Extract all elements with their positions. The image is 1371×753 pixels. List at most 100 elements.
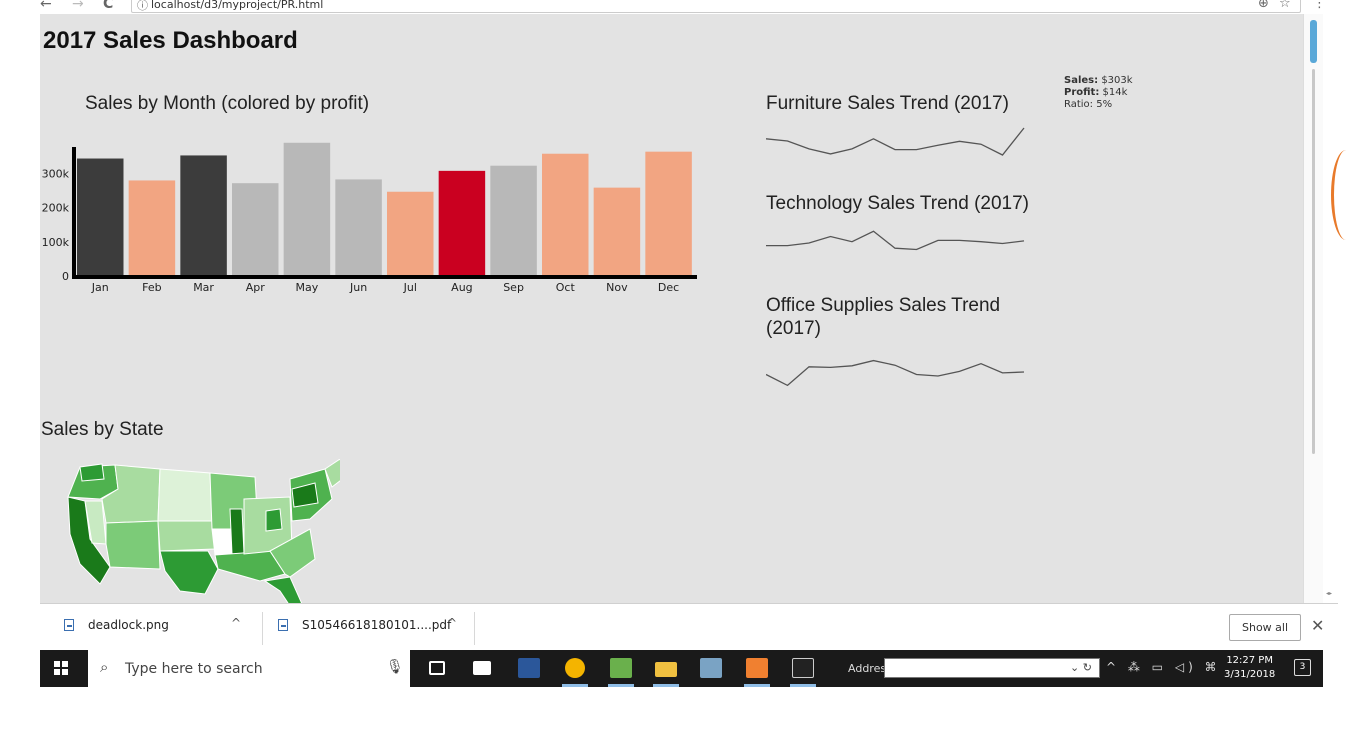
taskbar-search[interactable]: ⌕ Type here to search 🎙 — [88, 650, 410, 687]
tooltip-profit-value: $14k — [1102, 87, 1128, 98]
notepad-icon[interactable] — [610, 658, 632, 678]
x-tick-label: Jun — [349, 281, 367, 294]
address-toolbar-input[interactable] — [884, 658, 1100, 678]
download-options-chevron-icon[interactable]: ^ — [231, 616, 241, 630]
edge-decoration — [1331, 150, 1361, 240]
map-region-texas — [159, 550, 219, 595]
bar-mar — [180, 155, 227, 276]
x-tick-label: Jul — [403, 281, 417, 294]
map-region-florida — [263, 576, 303, 603]
bar-jan — [77, 158, 124, 276]
clock-time: 12:27 PM — [1226, 655, 1273, 666]
search-input[interactable]: Type here to search — [125, 661, 263, 677]
downloads-bar: deadlock.png ^ S10546618180101....pdf ^ … — [40, 603, 1338, 650]
y-tick-label: 100k — [42, 236, 70, 249]
system-tray-icons[interactable]: ^ ⁂ ▭ ◁) ⌘ — [1106, 660, 1221, 674]
taskbar-clock[interactable]: 12:27 PM 3/31/2018 — [1224, 654, 1275, 682]
download-filename[interactable]: deadlock.png — [88, 618, 169, 632]
bar-feb — [128, 180, 176, 276]
chrome-icon[interactable] — [565, 658, 585, 678]
file-explorer-icon[interactable] — [655, 662, 677, 677]
mail-icon[interactable] — [473, 661, 491, 675]
download-item[interactable]: S10546618180101....pdf — [278, 618, 451, 632]
terminal-icon[interactable] — [792, 658, 814, 678]
map-region-missouri — [211, 528, 233, 556]
x-tick-label: Feb — [142, 281, 161, 294]
map-region-plains-south — [157, 520, 216, 552]
forward-icon[interactable]: → — [72, 0, 84, 12]
sales-by-month-chart: Jan Feb Mar Apr May Jun Jul Aug Sep Oct Nov Dec 0 100… — [42, 142, 697, 294]
network-app-icon[interactable] — [700, 658, 722, 678]
map-region-ohio — [265, 508, 283, 532]
bar-sep — [490, 165, 537, 276]
tooltip-ratio-label: Ratio: — [1064, 99, 1094, 110]
tooltip-ratio-row: Ratio: 5% — [1064, 99, 1133, 111]
technology-sparkline — [766, 230, 1025, 251]
bar-jul — [387, 191, 434, 276]
browser-toolbar: ← → C ⓘ localhost/d3/myproject/PR.html ⊕… — [0, 0, 1371, 14]
download-separator — [262, 612, 263, 645]
pdf-file-icon — [278, 619, 288, 631]
download-item[interactable]: deadlock.png — [64, 618, 169, 632]
close-downloads-icon[interactable]: ✕ — [1311, 616, 1324, 635]
show-all-button[interactable]: Show all — [1229, 614, 1301, 641]
back-icon[interactable]: ← — [40, 0, 52, 12]
month-chart-title: Sales by Month (colored by profit) — [85, 93, 370, 114]
download-filename[interactable]: S10546618180101....pdf — [302, 618, 451, 632]
microphone-icon[interactable]: 🎙 — [386, 659, 404, 675]
notification-center-icon[interactable]: 3 — [1294, 659, 1311, 676]
furniture-sparkline — [766, 127, 1025, 156]
x-tick-label: Dec — [658, 281, 679, 294]
bar-may — [283, 142, 331, 276]
x-tick-label: Nov — [606, 281, 628, 294]
scrollbar-track[interactable] — [1312, 69, 1315, 454]
tooltip-sales-value: $303k — [1101, 75, 1133, 86]
bar-oct — [542, 153, 589, 276]
x-tick-label: Mar — [193, 281, 214, 294]
bar-jun — [335, 179, 382, 276]
tooltip-sales-label: Sales: — [1064, 75, 1099, 86]
url-text[interactable]: localhost/d3/myproject/PR.html — [151, 0, 323, 11]
reload-icon[interactable]: C — [103, 0, 113, 12]
site-info-icon[interactable]: ⓘ — [137, 0, 148, 13]
windows-start-icon[interactable] — [54, 661, 68, 675]
furniture-trend-title: Furniture Sales Trend (2017) — [766, 93, 1009, 114]
bar-aug — [438, 170, 486, 276]
state-map-title: Sales by State — [41, 419, 164, 440]
page-scrollbar[interactable] — [1303, 14, 1323, 603]
trend-line — [766, 127, 1025, 156]
x-tick-label: May — [296, 281, 319, 294]
search-icon: ⌕ — [100, 658, 109, 676]
address-go-icon[interactable]: ⌄ ↻ — [1070, 661, 1092, 674]
technology-trend-title: Technology Sales Trend (2017) — [766, 193, 1029, 214]
browser-menu-icon[interactable]: ⋮ — [1313, 0, 1326, 11]
office-supplies-sparkline — [766, 359, 1025, 387]
active-app-indicator — [608, 684, 634, 687]
x-tick-label: Apr — [246, 281, 266, 294]
task-view-icon[interactable] — [429, 661, 445, 675]
bar-dec — [645, 151, 692, 276]
bar-apr — [232, 183, 279, 276]
download-options-chevron-icon[interactable]: ^ — [447, 616, 457, 630]
y-tick-label: 200k — [42, 202, 70, 215]
download-separator — [474, 612, 475, 645]
y-tick-label: 300k — [42, 167, 70, 180]
image-file-icon — [64, 619, 74, 631]
dev-app-icon[interactable] — [518, 658, 540, 678]
scrollbar-thumb[interactable] — [1310, 20, 1317, 63]
clock-date: 3/31/2018 — [1224, 669, 1276, 680]
tooltip-sales-row: Sales: $303k — [1064, 75, 1133, 87]
trend-line — [766, 359, 1025, 387]
resize-handle-icon[interactable]: ◂▸ — [1326, 590, 1332, 597]
map-region-southwest — [105, 520, 161, 570]
page-viewport: 2017 Sales Dashboard Sales by Month (col… — [40, 14, 1323, 603]
office-title-line-2: (2017) — [766, 318, 821, 339]
zoom-icon[interactable]: ⊕ — [1258, 0, 1269, 11]
trend-line — [766, 230, 1025, 251]
bookmark-star-icon[interactable]: ☆ — [1279, 0, 1291, 11]
xampp-icon[interactable] — [746, 658, 768, 678]
us-state-map[interactable] — [40, 459, 340, 603]
office-supplies-trend-title: Office Supplies Sales Trend (2017) — [766, 294, 1000, 340]
bar-nov — [593, 187, 641, 276]
x-tick-label: Jan — [91, 281, 109, 294]
